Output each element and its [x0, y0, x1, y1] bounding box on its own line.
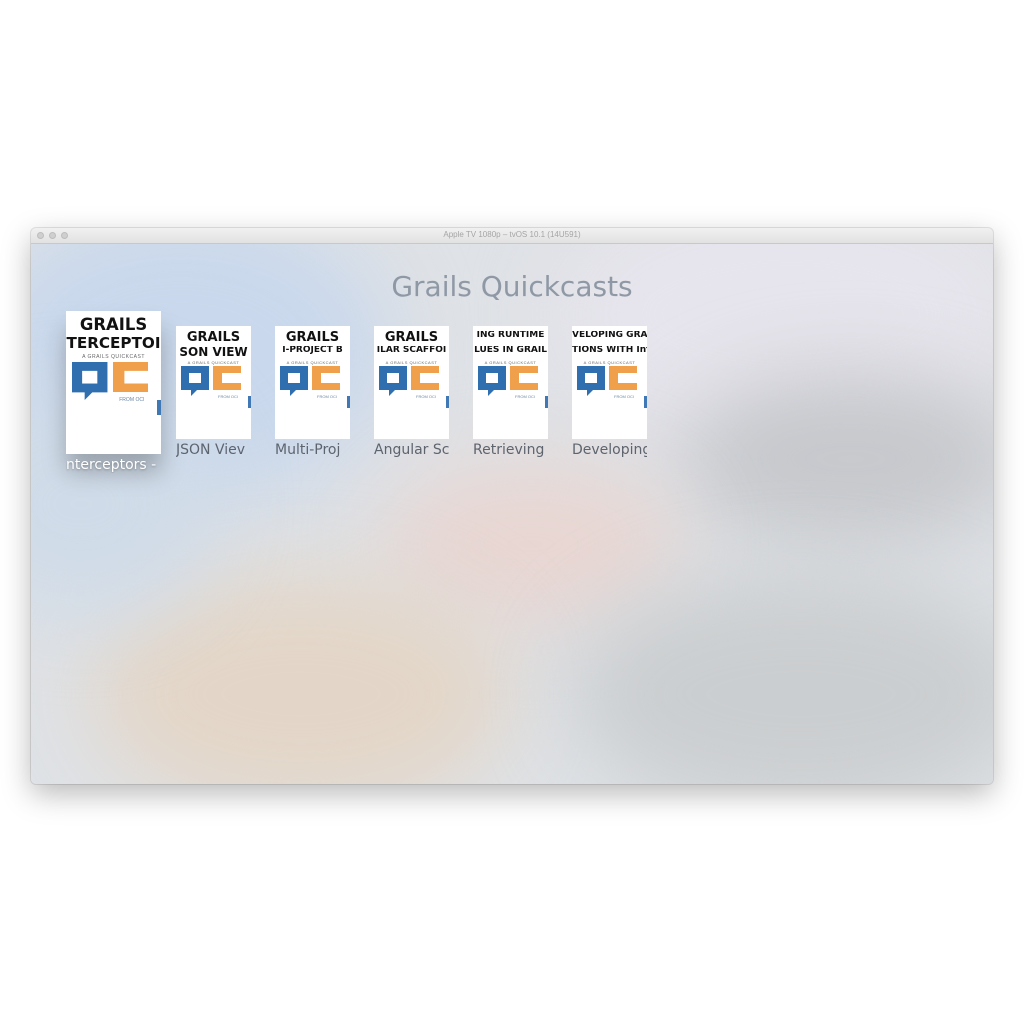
shelf-item[interactable]: GRAILS I-PROJECT B A GRAILS QUICKCAST FROM …	[275, 326, 350, 469]
shelf-item-label: Retrieving	[473, 442, 545, 458]
poster-subtitle: A GRAILS QUICKCAST	[286, 360, 339, 365]
shelf-item-label: Developing	[572, 442, 647, 458]
poster-subtitle: A GRAILS QUICKCAST	[583, 360, 636, 365]
poster-title-line2: I-PROJECT B	[282, 346, 343, 355]
shelf-item[interactable]: ING RUNTIME LUES IN GRAIL A GRAILS QUICKCA…	[473, 326, 548, 469]
poster-artwork[interactable]: VELOPING GRAIL TIONS WITH Inte A GRAILS QU…	[572, 326, 647, 439]
shelf-item-label: Angular Sc	[374, 442, 449, 458]
poster-title-line1: ING RUNTIME	[476, 331, 545, 340]
poster-title-line2: ILAR SCAFFOI	[376, 346, 447, 355]
qc-logo-q-icon	[478, 366, 506, 396]
shelf-item-label: JSON Viev	[176, 442, 246, 458]
simulator-window: Apple TV 1080p – tvOS 10.1 (14U591) Grai…	[31, 228, 993, 784]
poster-title-line2: SON VIEW	[179, 346, 248, 358]
poster-artwork[interactable]: GRAILS TERCEPTOI A GRAILS QUICKCAST FROM OC…	[66, 311, 161, 454]
shelf-item[interactable]: GRAILS ILAR SCAFFOI A GRAILS QUICKCAST FROM…	[374, 326, 449, 469]
qc-logo-q-icon	[577, 366, 605, 396]
shelf-item[interactable]: VELOPING GRAIL TIONS WITH Inte A GRAILS QU…	[572, 326, 647, 469]
qc-logo-q-icon	[72, 361, 108, 400]
window-titlebar: Apple TV 1080p – tvOS 10.1 (14U591)	[31, 228, 993, 244]
qc-logo-c-icon	[411, 366, 439, 390]
poster-subtitle: A GRAILS QUICKCAST	[82, 354, 145, 361]
poster-from-text: FROM OCI	[416, 394, 436, 399]
poster-subtitle: A GRAILS QUICKCAST	[385, 360, 438, 365]
window-title: Apple TV 1080p – tvOS 10.1 (14U591)	[443, 230, 581, 239]
poster-artwork[interactable]: GRAILS ILAR SCAFFOI A GRAILS QUICKCAST FROM…	[374, 326, 449, 439]
shelf-item-label: nterceptors -	[66, 457, 157, 473]
poster-artwork[interactable]: GRAILS SON VIEW A GRAILS QUICKCAST FROM OCI	[176, 326, 251, 439]
qc-logo-q-icon	[379, 366, 407, 396]
poster-title-line2: TIONS WITH Inte	[572, 346, 647, 355]
poster-edge-accent	[347, 396, 350, 408]
qc-logo-q-icon	[181, 366, 209, 396]
shelf-item[interactable]: GRAILS SON VIEW A GRAILS QUICKCAST FROM OCI…	[176, 326, 251, 469]
poster-title-line2: TERCEPTOI	[66, 336, 161, 352]
poster-subtitle: A GRAILS QUICKCAST	[484, 360, 537, 365]
qc-logo-c-icon	[609, 366, 637, 390]
poster-title-line1: GRAILS	[384, 331, 439, 344]
poster-from-text: FROM OCI	[515, 394, 535, 399]
poster-title-line1: GRAILS	[79, 317, 148, 334]
poster-title-line2: LUES IN GRAIL	[474, 346, 547, 355]
poster-title-line1: GRAILS	[186, 331, 241, 344]
poster-from-text: FROM OCI	[218, 394, 238, 399]
poster-edge-accent	[157, 399, 161, 415]
poster-subtitle: A GRAILS QUICKCAST	[187, 360, 240, 365]
poster-edge-accent	[644, 396, 647, 408]
qc-logo-c-icon	[312, 366, 340, 390]
qc-logo-c-icon	[510, 366, 538, 390]
poster-edge-accent	[248, 396, 251, 408]
poster-title-line1: GRAILS	[285, 331, 340, 344]
shelf-item[interactable]: GRAILS TERCEPTOI A GRAILS QUICKCAST FROM OC…	[66, 311, 161, 484]
shelf-item-label: Multi-Proj	[275, 442, 341, 458]
app-title: Grails Quickcasts	[391, 270, 633, 303]
poster-from-text: FROM OCI	[317, 394, 337, 399]
qc-logo-c-icon	[213, 366, 241, 390]
poster-artwork[interactable]: GRAILS I-PROJECT B A GRAILS QUICKCAST FROM …	[275, 326, 350, 439]
poster-artwork[interactable]: ING RUNTIME LUES IN GRAIL A GRAILS QUICKCA…	[473, 326, 548, 439]
poster-from-text: FROM OCI	[614, 394, 634, 399]
qc-logo-c-icon	[112, 361, 149, 393]
background-blur	[681, 374, 993, 544]
poster-edge-accent	[446, 396, 449, 408]
poster-from-text: FROM OCI	[119, 397, 145, 404]
poster-edge-accent	[545, 396, 548, 408]
poster-title-line1: VELOPING GRAIL	[572, 331, 647, 340]
qc-logo-q-icon	[280, 366, 308, 396]
tv-screen: Grails Quickcasts GRAILS TERCEPTOI A GRAIL…	[31, 244, 993, 784]
background-blur	[571, 574, 993, 784]
